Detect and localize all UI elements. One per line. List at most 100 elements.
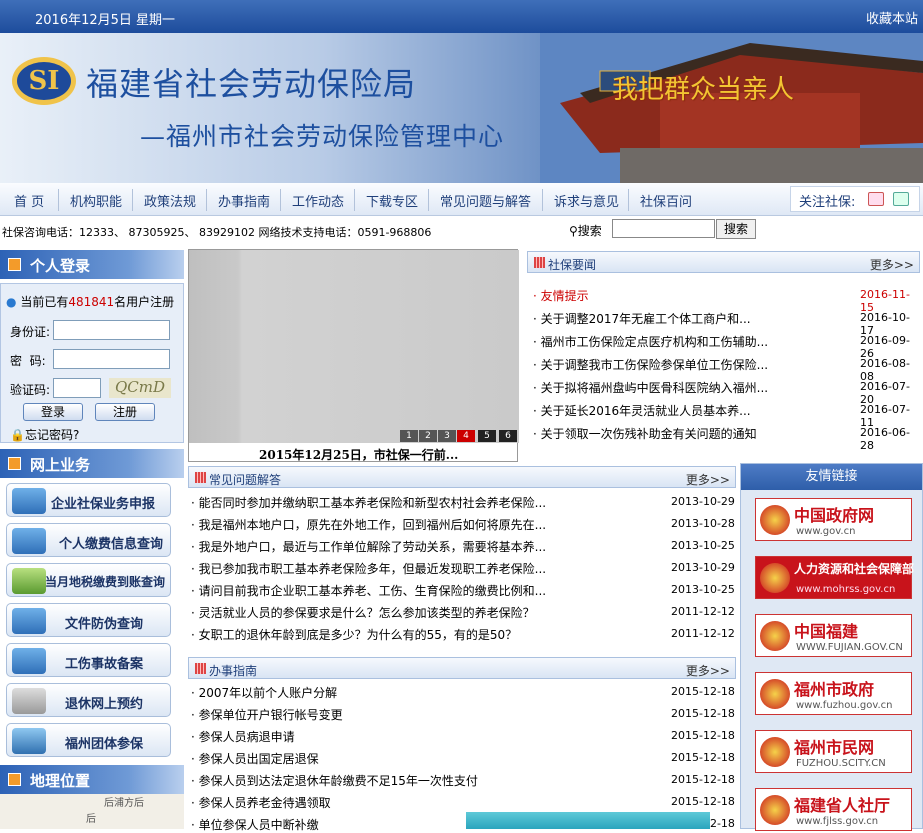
slide-page-3[interactable]: 3 bbox=[438, 430, 456, 442]
slide-page-1[interactable]: 1 bbox=[400, 430, 418, 442]
id-input[interactable] bbox=[53, 320, 170, 340]
news-item[interactable]: · 关于调整我市工伤保险参保单位工伤保险... 2016-08-08 bbox=[533, 356, 923, 383]
nav-home[interactable]: 首 页 bbox=[14, 191, 44, 210]
service-group-insurance[interactable]: 福州团体参保 bbox=[6, 723, 171, 757]
location-map[interactable]: 后浦方后 后 bbox=[0, 794, 184, 829]
faq-item-title[interactable]: 女职工的退休年龄到底是多少？为什么有的55，有的是50？ bbox=[199, 628, 518, 642]
friend-link[interactable]: 福建省人社厅 www.fjlss.gov.cn bbox=[755, 788, 912, 831]
faq-item-title[interactable]: 灵活就业人员的参保要求是什么？怎么参加该类型的养老保险？ bbox=[199, 606, 535, 620]
news-item[interactable]: · 关于调整2017年无雇工个体工商户和... 2016-10-17 bbox=[533, 310, 923, 337]
faq-item-title[interactable]: 请问目前我市企业职工基本养老、工伤、生育保险的缴费比例和... bbox=[199, 584, 546, 598]
nav-news[interactable]: 工作动态 bbox=[292, 191, 344, 210]
nav-appeal[interactable]: 诉求与意见 bbox=[554, 191, 619, 210]
faq-item[interactable]: · 请问目前我市企业职工基本养老、工伤、生育保险的缴费比例和... 2013-10… bbox=[191, 582, 736, 599]
friend-link[interactable]: 中国政府网 www.gov.cn bbox=[755, 498, 912, 541]
guide-item[interactable]: · 参保单位开户银行帐号变更 2015-12-18 bbox=[191, 706, 736, 723]
news-item[interactable]: · 关于领取一次伤残补助金有关问题的通知 2016-06-28 bbox=[533, 425, 923, 452]
faq-item-title[interactable]: 能否同时参加并缴纳职工基本养老保险和新型农村社会养老保险... bbox=[199, 496, 546, 510]
nav-policy[interactable]: 政策法规 bbox=[144, 191, 196, 210]
service-document-check[interactable]: 文件防伪查询 bbox=[6, 603, 171, 637]
search-input[interactable] bbox=[612, 219, 715, 238]
friend-link[interactable]: 人力资源和社会保障部 www.mohrss.gov.cn bbox=[755, 556, 914, 599]
password-input[interactable] bbox=[53, 349, 170, 369]
guide-item-title[interactable]: 2007年以前个人账户分解 bbox=[199, 686, 338, 700]
news-item-title[interactable]: 福州市工伤保险定点医疗机构和工伤辅助... bbox=[541, 335, 768, 349]
news-item-title[interactable]: 友情提示 bbox=[541, 289, 589, 303]
faq-item[interactable]: · 能否同时参加并缴纳职工基本养老保险和新型农村社会养老保险... 2013-10… bbox=[191, 494, 736, 511]
faq-item[interactable]: · 我是福州本地户口，原先在外地工作，回到福州后如何将原先在... 2013-10… bbox=[191, 516, 736, 533]
guide-item[interactable]: · 参保人员出国定居退保 2015-12-18 bbox=[191, 750, 736, 767]
guide-item[interactable]: · 参保人员到达法定退休年龄缴费不足15年一次性支付 2015-12-18 bbox=[191, 772, 736, 789]
service-enterprise[interactable]: 企业社保业务申报 bbox=[6, 483, 171, 517]
links-header: 友情链接 bbox=[741, 464, 922, 490]
faq-item[interactable]: · 我已参加我市职工基本养老保险多年，但最近发现职工养老保险... 2013-10… bbox=[191, 560, 736, 577]
guide-item-title[interactable]: 参保人员病退申请 bbox=[199, 730, 295, 744]
guide-item-date: 2015-12-18 bbox=[671, 751, 735, 764]
guide-item[interactable]: · 参保人员病退申请 2015-12-18 bbox=[191, 728, 736, 745]
service-tax-query[interactable]: 当月地税缴费到账查询 bbox=[6, 563, 171, 597]
faq-more-link[interactable]: 更多>> bbox=[686, 471, 730, 488]
guide-item-title[interactable]: 参保人员到达法定退休年龄缴费不足15年一次性支付 bbox=[199, 774, 478, 788]
service-personal-query[interactable]: 个人缴费信息查询 bbox=[6, 523, 171, 557]
login-button[interactable]: 登录 bbox=[23, 403, 83, 421]
national-emblem-icon bbox=[760, 795, 790, 825]
faq-item-title[interactable]: 我已参加我市职工基本养老保险多年，但最近发现职工养老保险... bbox=[199, 562, 546, 576]
guide-more-link[interactable]: 更多>> bbox=[686, 662, 730, 679]
guide-item-title[interactable]: 单位参保人员中断补缴 bbox=[199, 818, 319, 832]
faq-item[interactable]: · 我是外地户口，最近与工作单位解除了劳动关系，需要将基本养... 2013-10… bbox=[191, 538, 736, 555]
friend-link[interactable]: 福州市民网 FUZHOU.SCITY.CN bbox=[755, 730, 912, 773]
forgot-password-link[interactable]: 🔒忘记密码? bbox=[10, 426, 79, 443]
service-injury-record[interactable]: 工伤事故备案 bbox=[6, 643, 171, 677]
service-retire-booking[interactable]: 退休网上预约 bbox=[6, 683, 171, 717]
floating-banner[interactable] bbox=[466, 812, 710, 829]
slide-page-2[interactable]: 2 bbox=[419, 430, 437, 442]
slide-page-4[interactable]: 4 bbox=[457, 430, 475, 442]
slide-page-5[interactable]: 5 bbox=[478, 430, 496, 442]
faq-item[interactable]: · 女职工的退休年龄到底是多少？为什么有的55，有的是50？ 2011-12-12 bbox=[191, 626, 736, 643]
friend-link[interactable]: 中国福建 WWW.FUJIAN.GOV.CN bbox=[755, 614, 912, 657]
weibo-icon[interactable] bbox=[868, 192, 884, 206]
nav-functions[interactable]: 机构职能 bbox=[70, 191, 122, 210]
news-item[interactable]: · 关于延长2016年灵活就业人员基本养... 2016-07-11 bbox=[533, 402, 923, 429]
tools-icon bbox=[12, 728, 46, 754]
si-logo-icon: SI bbox=[12, 57, 76, 105]
faq-item-date: 2011-12-12 bbox=[671, 605, 735, 618]
bullet: · bbox=[191, 796, 199, 810]
main-nav: 首 页 机构职能 政策法规 办事指南 工作动态 下载专区 常见问题与解答 诉求与… bbox=[0, 183, 923, 216]
captcha-image[interactable]: QCmD bbox=[109, 378, 171, 398]
news-item-title[interactable]: 关于调整2017年无雇工个体工商户和... bbox=[541, 312, 751, 326]
register-button[interactable]: 注册 bbox=[95, 403, 155, 421]
news-item-title[interactable]: 关于领取一次伤残补助金有关问题的通知 bbox=[541, 427, 757, 441]
news-more-link[interactable]: 更多>> bbox=[870, 256, 914, 273]
nav-guide[interactable]: 办事指南 bbox=[218, 191, 270, 210]
slide-page-6[interactable]: 6 bbox=[499, 430, 517, 442]
news-item-title[interactable]: 关于延长2016年灵活就业人员基本养... bbox=[541, 404, 751, 418]
guide-item-title[interactable]: 参保单位开户银行帐号变更 bbox=[199, 708, 343, 722]
news-item-title[interactable]: 关于调整我市工伤保险参保单位工伤保险... bbox=[541, 358, 768, 372]
guide-item-title[interactable]: 参保人员养老金待遇领取 bbox=[199, 796, 331, 810]
slide-image[interactable] bbox=[189, 250, 519, 443]
news-item[interactable]: · 关于拟将福州盘屿中医骨科医院纳入福州... 2016-07-20 bbox=[533, 379, 923, 406]
bullet: · bbox=[191, 686, 199, 700]
guide-item[interactable]: · 参保人员养老金待遇领取 2015-12-18 bbox=[191, 794, 736, 811]
favorite-link[interactable]: 收藏本站 bbox=[866, 8, 918, 27]
guide-item-date: 2015-12-18 bbox=[671, 773, 735, 786]
friend-link[interactable]: 福州市政府 www.fuzhou.gov.cn bbox=[755, 672, 912, 715]
nav-download[interactable]: 下载专区 bbox=[366, 191, 418, 210]
guide-item-title[interactable]: 参保人员出国定居退保 bbox=[199, 752, 319, 766]
wechat-icon[interactable] bbox=[893, 192, 909, 206]
search-button[interactable]: 搜索 bbox=[716, 219, 756, 239]
news-item-title[interactable]: 关于拟将福州盘屿中医骨科医院纳入福州... bbox=[541, 381, 768, 395]
nav-faq[interactable]: 常见问题与解答 bbox=[440, 191, 531, 210]
captcha-input[interactable] bbox=[53, 378, 101, 398]
globe-icon: ● bbox=[6, 295, 17, 309]
slide-caption[interactable]: 2015年12月25日，市社保一行前... bbox=[259, 446, 458, 463]
nav-qa[interactable]: 社保百问 bbox=[640, 191, 692, 210]
news-item[interactable]: · 友情提示 2016-11-15 bbox=[533, 287, 923, 314]
photo-slideshow[interactable]: 1 2 3 4 5 6 2015年12月25日，市社保一行前... bbox=[188, 249, 519, 463]
faq-item-title[interactable]: 我是福州本地户口，原先在外地工作，回到福州后如何将原先在... bbox=[199, 518, 546, 532]
faq-item[interactable]: · 灵活就业人员的参保要求是什么？怎么参加该类型的养老保险？ 2011-12-12 bbox=[191, 604, 736, 621]
guide-item[interactable]: · 2007年以前个人账户分解 2015-12-18 bbox=[191, 684, 736, 701]
faq-item-title[interactable]: 我是外地户口，最近与工作单位解除了劳动关系，需要将基本养... bbox=[199, 540, 546, 554]
news-item[interactable]: · 福州市工伤保险定点医疗机构和工伤辅助... 2016-09-26 bbox=[533, 333, 923, 360]
